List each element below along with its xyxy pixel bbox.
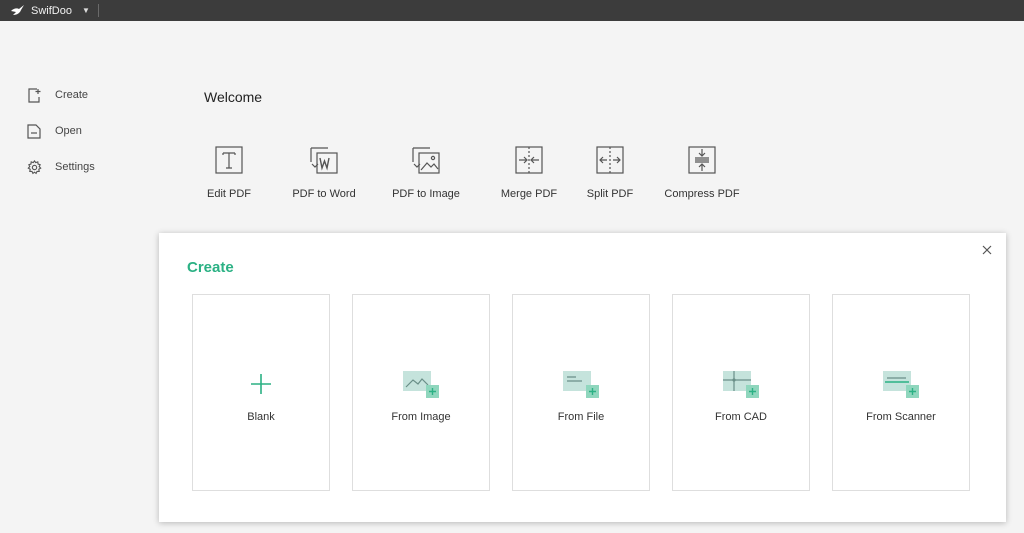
caret-down-icon: ▼	[81, 6, 90, 15]
compress-icon	[686, 144, 718, 176]
merge-icon	[513, 144, 545, 176]
title-bar: SwifDoo ▼	[0, 0, 1024, 21]
tool-compress-pdf[interactable]: Compress PDF	[662, 144, 742, 200]
create-from-image-card[interactable]: From Image	[352, 294, 490, 491]
dialog-title: Create	[187, 259, 234, 276]
create-dialog: Create Blank From Image From File From C…	[159, 233, 1006, 522]
card-label: From CAD	[715, 411, 767, 423]
sidebar-item-label: Create	[55, 89, 89, 101]
title-separator	[97, 4, 99, 17]
open-document-icon	[26, 123, 42, 139]
new-document-icon	[26, 87, 42, 103]
tool-merge-pdf[interactable]: Merge PDF	[494, 144, 564, 200]
card-label: Blank	[247, 411, 275, 423]
tool-label: Merge PDF	[500, 188, 558, 200]
cad-add-icon	[673, 369, 809, 399]
tool-pdf-to-image[interactable]: PDF to Image	[384, 144, 468, 200]
card-label: From Image	[391, 411, 451, 423]
card-label: From Scanner	[866, 411, 936, 423]
swallow-logo-icon	[10, 4, 25, 17]
pdf-to-image-icon	[410, 144, 442, 176]
app-menu[interactable]: SwifDoo ▼	[0, 0, 99, 21]
sidebar-item-label: Settings	[55, 161, 95, 173]
sidebar-item-open[interactable]: Open	[26, 122, 95, 140]
tool-label: Split PDF	[586, 188, 634, 200]
app-name: SwifDoo	[31, 4, 72, 17]
card-label: From File	[557, 411, 605, 423]
tool-label: PDF to Word	[292, 188, 356, 200]
sidebar-item-settings[interactable]: Settings	[26, 158, 95, 176]
tool-label: Edit PDF	[206, 188, 251, 200]
page-title: Welcome	[204, 89, 263, 105]
quick-tools: Edit PDF PDF to Word PDF to Image Merge …	[194, 144, 742, 200]
gear-icon	[26, 159, 42, 175]
plus-icon	[193, 369, 329, 399]
create-from-file-card[interactable]: From File	[512, 294, 650, 491]
sidebar-item-create[interactable]: Create	[26, 86, 95, 104]
create-from-scanner-card[interactable]: From Scanner	[832, 294, 970, 491]
create-from-cad-card[interactable]: From CAD	[672, 294, 810, 491]
file-add-icon	[513, 369, 649, 399]
tool-label: PDF to Image	[392, 188, 460, 200]
pdf-to-word-icon	[308, 144, 340, 176]
text-edit-icon	[213, 144, 245, 176]
close-icon[interactable]	[980, 243, 994, 257]
sidebar-item-label: Open	[55, 125, 82, 137]
tool-label: Compress PDF	[664, 188, 740, 200]
create-blank-card[interactable]: Blank	[192, 294, 330, 491]
sidebar: Create Open Settings	[26, 86, 95, 194]
scanner-add-icon	[833, 369, 969, 399]
create-options: Blank From Image From File From CAD From…	[192, 294, 970, 491]
image-add-icon	[353, 369, 489, 399]
split-icon	[594, 144, 626, 176]
tool-edit-pdf[interactable]: Edit PDF	[194, 144, 264, 200]
tool-pdf-to-word[interactable]: PDF to Word	[284, 144, 364, 200]
tool-split-pdf[interactable]: Split PDF	[580, 144, 640, 200]
